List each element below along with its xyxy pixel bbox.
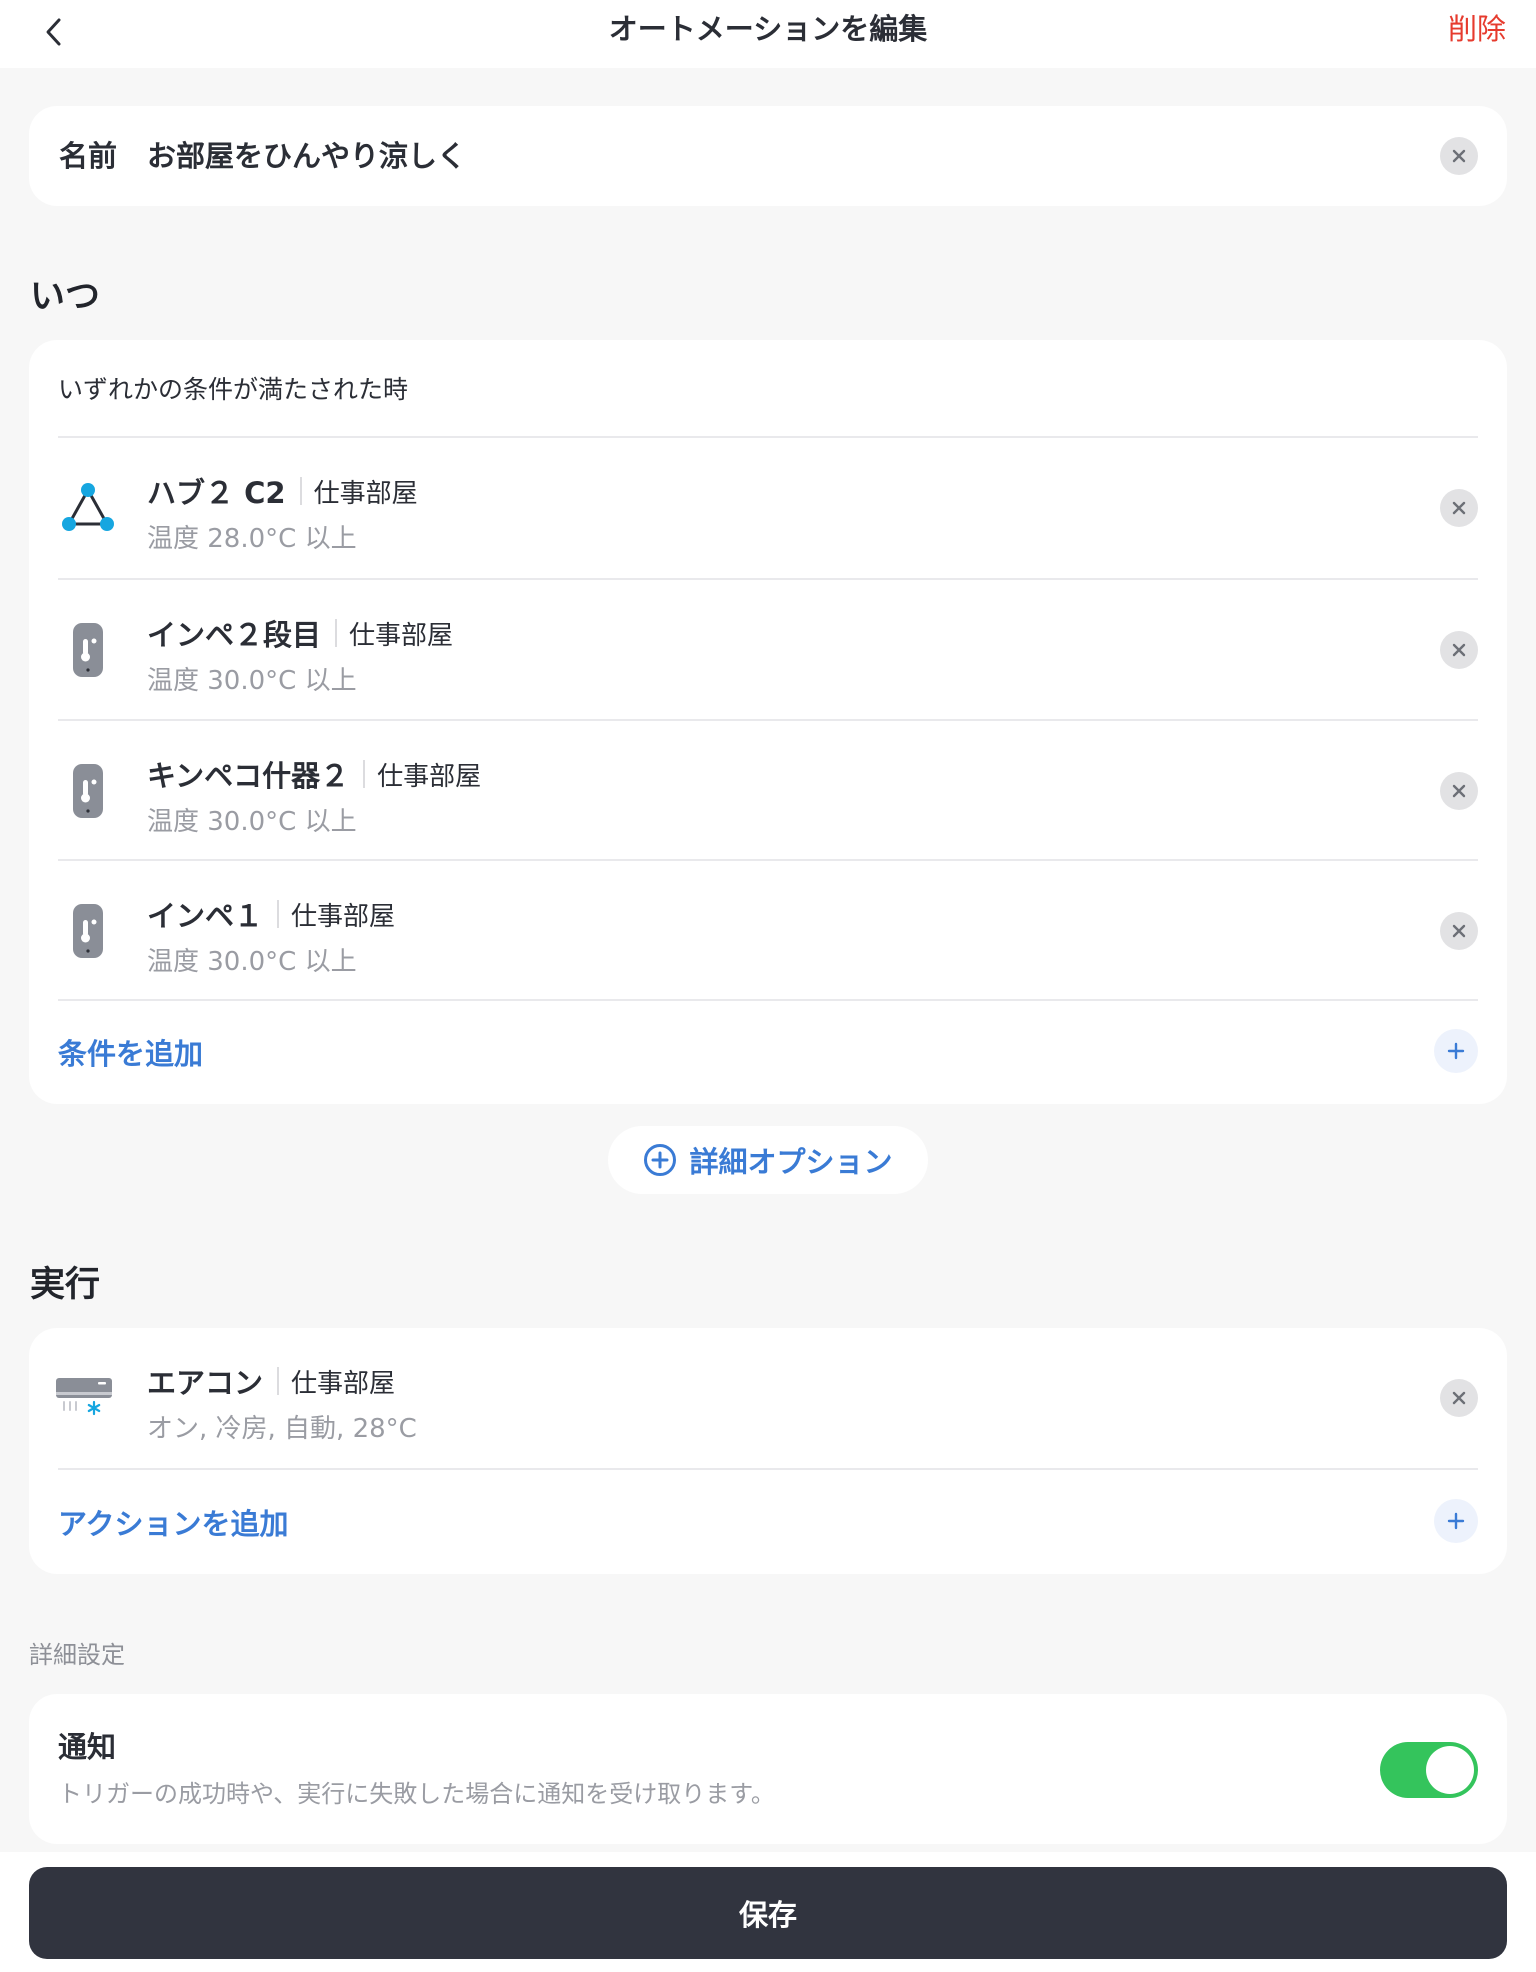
remove-condition-button[interactable]	[1440, 631, 1478, 669]
top-bar: オートメーションを編集 削除	[0, 0, 1536, 68]
action-row[interactable]: エアコン 仕事部屋 オン, 冷房, 自動, 28°C	[29, 1328, 1507, 1468]
condition-room: 仕事部屋	[313, 478, 418, 509]
name-input[interactable]: お部屋をひんやり涼しく	[147, 106, 466, 206]
add-action-plus-button[interactable]	[1434, 1499, 1478, 1543]
thermometer-sensor-icon	[58, 616, 118, 684]
close-icon	[1452, 149, 1466, 163]
plus-icon	[1447, 1042, 1465, 1060]
when-section-title: いつ	[30, 277, 101, 317]
separator	[277, 900, 280, 928]
condition-detail: 温度 30.0°C 以上	[147, 666, 357, 696]
condition-title: インペ１ 仕事部屋	[147, 893, 395, 935]
plus-circle-icon	[644, 1144, 677, 1176]
action-title: エアコン 仕事部屋	[147, 1360, 395, 1402]
condition-device: キンペコ什器２	[147, 759, 350, 793]
advanced-options-button[interactable]: 詳細オプション	[608, 1126, 928, 1194]
condition-title: ハブ２ C2 仕事部屋	[147, 470, 418, 512]
notification-title: 通知	[58, 1730, 117, 1764]
thermometer-sensor-icon	[58, 757, 118, 825]
advanced-options-label: 詳細オプション	[689, 1145, 893, 1179]
remove-action-button[interactable]	[1440, 1379, 1478, 1417]
condition-detail: 温度 28.0°C 以上	[147, 524, 357, 554]
separator	[335, 619, 338, 647]
notification-card: 通知 トリガーの成功時や、実行に失敗した場合に通知を受け取ります。	[29, 1694, 1507, 1844]
toggle-knob	[1426, 1746, 1474, 1794]
condition-device: インペ１	[147, 899, 264, 933]
save-button[interactable]: 保存	[29, 1867, 1507, 1959]
remove-condition-button[interactable]	[1440, 912, 1478, 950]
condition-device: ハブ２ C2	[147, 476, 286, 510]
notification-description: トリガーの成功時や、実行に失敗した場合に通知を受け取ります。	[58, 1780, 775, 1808]
action-room: 仕事部屋	[291, 1368, 396, 1399]
condition-detail: 温度 30.0°C 以上	[147, 807, 357, 837]
close-icon	[1452, 924, 1466, 938]
action-device: エアコン	[147, 1366, 264, 1400]
conditions-subtitle: いずれかの条件が満たされた時	[58, 375, 409, 404]
notification-toggle[interactable]	[1380, 1742, 1478, 1798]
clear-name-button[interactable]	[1440, 137, 1478, 175]
divider	[58, 1468, 1478, 1470]
action-section-title: 実行	[30, 1265, 101, 1305]
delete-button[interactable]: 削除	[1448, 0, 1506, 58]
close-icon	[1452, 1391, 1466, 1405]
conditions-card: いずれかの条件が満たされた時 ハブ２ C2 仕事部屋 温度 28.0°C 以上	[29, 340, 1507, 1104]
actions-card: エアコン 仕事部屋 オン, 冷房, 自動, 28°C アクションを追加	[29, 1328, 1507, 1574]
condition-room: 仕事部屋	[291, 901, 396, 932]
add-condition-plus-button[interactable]	[1434, 1029, 1478, 1073]
condition-room: 仕事部屋	[377, 761, 482, 792]
condition-device: インペ２段目	[147, 618, 322, 652]
condition-title: キンペコ什器２ 仕事部屋	[147, 753, 481, 795]
condition-row[interactable]: ハブ２ C2 仕事部屋 温度 28.0°C 以上	[29, 438, 1507, 578]
hub-icon	[58, 474, 118, 542]
plus-icon	[1447, 1512, 1465, 1530]
condition-row[interactable]: インペ２段目 仕事部屋 温度 30.0°C 以上	[29, 580, 1507, 720]
remove-condition-button[interactable]	[1440, 489, 1478, 527]
separator	[277, 1367, 280, 1395]
thermometer-sensor-icon	[58, 897, 118, 965]
air-conditioner-icon	[53, 1364, 117, 1432]
close-icon	[1452, 501, 1466, 515]
condition-detail: 温度 30.0°C 以上	[147, 947, 357, 977]
condition-title: インペ２段目 仕事部屋	[147, 612, 453, 654]
separator	[363, 760, 366, 788]
condition-room: 仕事部屋	[349, 620, 454, 651]
action-detail: オン, 冷房, 自動, 28°C	[147, 1414, 417, 1444]
condition-row[interactable]: インペ１ 仕事部屋 温度 30.0°C 以上	[29, 861, 1507, 1001]
close-icon	[1452, 784, 1466, 798]
remove-condition-button[interactable]	[1440, 772, 1478, 810]
name-card: 名前 お部屋をひんやり涼しく	[29, 106, 1507, 206]
close-icon	[1452, 643, 1466, 657]
divider	[58, 999, 1478, 1001]
name-label: 名前	[59, 139, 118, 173]
separator	[299, 477, 302, 505]
condition-row[interactable]: キンペコ什器２ 仕事部屋 温度 30.0°C 以上	[29, 721, 1507, 861]
page-title: オートメーションを編集	[608, 12, 928, 46]
add-action-button[interactable]: アクションを追加	[58, 1501, 289, 1543]
advanced-settings-label: 詳細設定	[29, 1641, 125, 1669]
add-condition-button[interactable]: 条件を追加	[58, 1031, 203, 1073]
